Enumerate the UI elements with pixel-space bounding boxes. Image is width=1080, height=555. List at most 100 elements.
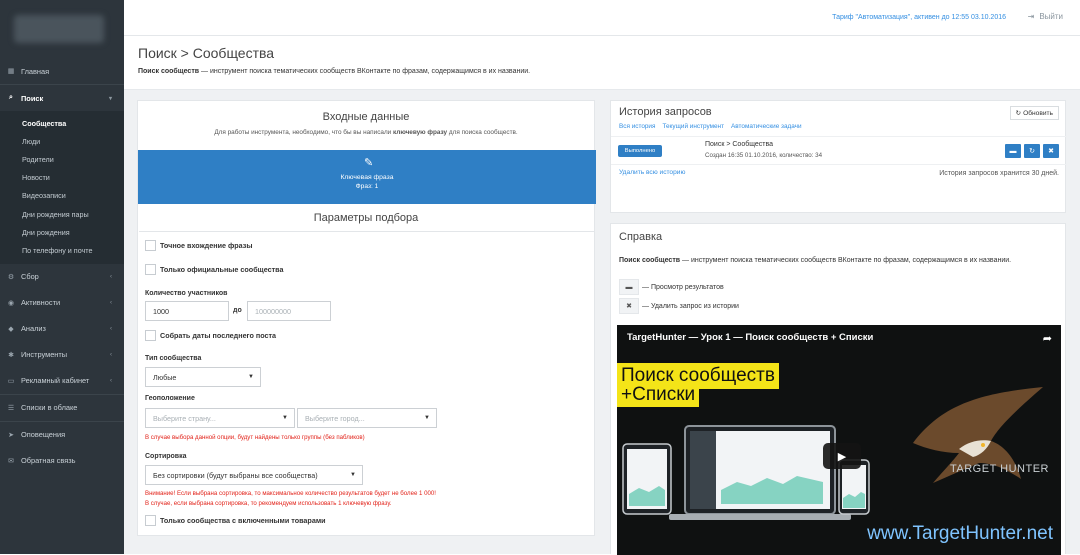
goods-only-checkbox[interactable]: Только сообщества с включенными товарами bbox=[145, 515, 326, 526]
send-icon: ➤ bbox=[8, 431, 14, 439]
input-hint: Для работы инструмента, необходимо, что … bbox=[138, 129, 594, 136]
page-description: Поиск сообществ — инструмент поиска тема… bbox=[138, 68, 530, 75]
sidebar-subitem-people[interactable]: Люди bbox=[0, 132, 124, 150]
city-select[interactable]: Выберите город... ▼ bbox=[297, 408, 437, 428]
official-only-checkbox[interactable]: Только официальные сообщества bbox=[145, 264, 283, 275]
tutorial-video[interactable]: TargetHunter — Урок 1 — Поиск сообществ … bbox=[617, 325, 1061, 555]
history-retention-note: История запросов хранится 30 дней. bbox=[939, 170, 1059, 177]
exact-match-checkbox[interactable]: Точное вхождение фразы bbox=[145, 240, 252, 251]
sidebar-item-search[interactable]: ⌕ Поиск ▾ bbox=[0, 85, 124, 111]
key-phrase-button[interactable]: ✎ Ключевая фраза Фраз: 1 bbox=[138, 150, 596, 204]
country-placeholder: Выберите страну... bbox=[153, 413, 216, 423]
tab-auto-tasks[interactable]: Автоматические задачи bbox=[731, 123, 802, 130]
sidebar-subitem-parents[interactable]: Родители bbox=[0, 150, 124, 168]
history-row-meta: Создан 16:35 01.10.2016, количество: 34 bbox=[705, 152, 823, 159]
checkbox-label: Только официальные сообщества bbox=[160, 265, 284, 274]
input-hint-text-end: для поиска сообществ. bbox=[447, 129, 518, 136]
sidebar-item-label: Инструменты bbox=[21, 350, 68, 359]
refresh-button[interactable]: ↻ Обновить bbox=[1009, 106, 1059, 120]
sidebar-item-notifications[interactable]: ➤ Оповещения bbox=[0, 422, 124, 448]
sort-select[interactable]: Без сортировки (будут выбраны все сообще… bbox=[145, 465, 363, 485]
monitor-icon: ▭ bbox=[7, 377, 15, 385]
checkbox-box[interactable] bbox=[145, 330, 156, 341]
key-phrase-count: Фраз: 1 bbox=[355, 183, 379, 190]
legend-view-label: — Просмотр результатов bbox=[642, 283, 724, 291]
page-header: Поиск > Сообщества Поиск сообществ — инс… bbox=[124, 36, 1080, 90]
refresh-icon: ↻ bbox=[1015, 110, 1022, 117]
checkbox-box[interactable] bbox=[145, 264, 156, 275]
tab-all-history[interactable]: Вся история bbox=[619, 123, 655, 130]
sidebar-subitem-communities[interactable]: Сообщества bbox=[0, 114, 124, 132]
type-select-value: Любые bbox=[153, 372, 177, 382]
params-form: Точное вхождение фразы Только официальны… bbox=[139, 231, 595, 537]
page-title: Поиск > Сообщества bbox=[138, 45, 275, 61]
delete-all-history-link[interactable]: Удалить всю историю bbox=[619, 169, 685, 176]
sidebar-item-analysis[interactable]: ◆ Анализ ‹ bbox=[0, 316, 124, 342]
chevron-left-icon: ‹ bbox=[110, 325, 112, 332]
sidebar-item-activity[interactable]: ◉ Активности ‹ bbox=[0, 290, 124, 316]
input-panel: Входные данные Для работы инструмента, н… bbox=[137, 100, 596, 537]
logout-button[interactable]: ⇥ Выйти bbox=[1028, 12, 1063, 21]
geo-label: Геоположение bbox=[145, 395, 195, 402]
page-description-bold: Поиск сообществ bbox=[138, 68, 200, 75]
app-logo bbox=[14, 15, 104, 43]
play-button[interactable]: ▶ bbox=[823, 443, 861, 469]
logout-icon: ⇥ bbox=[1027, 12, 1035, 21]
refresh-label: Обновить bbox=[1023, 109, 1053, 117]
chevron-down-icon: ▾ bbox=[108, 95, 112, 102]
play-icon: ▶ bbox=[837, 450, 847, 463]
checkbox-label: Собрать даты последнего поста bbox=[160, 331, 276, 340]
help-panel: Справка Поиск сообществ — инструмент пои… bbox=[610, 223, 1066, 555]
checkbox-box[interactable] bbox=[145, 240, 156, 251]
members-from-input[interactable]: 1000 bbox=[145, 301, 229, 321]
video-url: www.TargetHunter.net bbox=[867, 523, 1053, 544]
tariff-link[interactable]: Тариф "Автоматизация", активен до 12:55 … bbox=[832, 14, 1006, 21]
members-to-separator: до bbox=[233, 307, 242, 314]
sidebar-subitem-phone-email[interactable]: По телефону и почте bbox=[0, 241, 124, 259]
tab-current-tool[interactable]: Текущий инструмент bbox=[662, 123, 724, 130]
history-panel: История запросов ↻ Обновить Вся история … bbox=[610, 100, 1067, 213]
sidebar-item-collect[interactable]: ⚙ Сбор ‹ bbox=[0, 264, 124, 290]
share-icon[interactable]: ➦ bbox=[1043, 332, 1052, 345]
type-select[interactable]: Любые ▼ bbox=[145, 367, 261, 387]
sidebar-item-label: Обратная связь bbox=[21, 456, 76, 465]
sidebar-subitem-news[interactable]: Новости bbox=[0, 169, 124, 187]
city-placeholder: Выберите город... bbox=[305, 413, 365, 423]
sidebar-item-tools[interactable]: ✱ Инструменты ‹ bbox=[0, 342, 124, 368]
country-select[interactable]: Выберите страну... ▼ bbox=[145, 408, 295, 428]
sidebar-item-cloud-lists[interactable]: ☰ Списки в облаке bbox=[0, 395, 124, 421]
key-phrase-label: Ключевая фраза bbox=[340, 174, 394, 181]
search-icon: ⌕ bbox=[9, 94, 13, 101]
input-hint-bold: ключевую фразу bbox=[393, 129, 448, 136]
sidebar-item-label: Списки в облаке bbox=[21, 403, 78, 412]
rerun-button[interactable]: ↻ bbox=[1024, 144, 1040, 158]
caret-down-icon: ▼ bbox=[282, 415, 288, 421]
input-hint-text: Для работы инструмента, необходимо, что … bbox=[214, 129, 394, 136]
sidebar-item-label: Активности bbox=[21, 298, 61, 307]
collect-dates-checkbox[interactable]: Собрать даты последнего поста bbox=[145, 330, 276, 341]
members-to-input[interactable]: 100000000 bbox=[247, 301, 331, 321]
delete-request-button[interactable]: ✖ bbox=[1043, 144, 1059, 158]
sidebar-subitem-videos[interactable]: Видеозаписи bbox=[0, 187, 124, 205]
sidebar-item-ad-cabinet[interactable]: ▭ Рекламный кабинет ‹ bbox=[0, 368, 124, 394]
magic-wand-icon: ✎ bbox=[364, 157, 374, 169]
checkbox-label: Точное вхождение фразы bbox=[160, 241, 253, 250]
page-description-text: — инструмент поиска тематических сообщес… bbox=[199, 68, 531, 75]
sidebar-subitem-birthdays[interactable]: Дни рождения bbox=[0, 223, 124, 241]
caret-down-icon: ▼ bbox=[248, 374, 254, 380]
history-row: Выполнено Поиск > Сообщества Создан 16:3… bbox=[611, 136, 1067, 165]
sidebar-item-home[interactable]: ▦ Главная bbox=[0, 58, 124, 84]
chevron-left-icon: ‹ bbox=[110, 299, 112, 306]
cloud-list-icon: ☰ bbox=[7, 404, 15, 412]
checkbox-box[interactable] bbox=[145, 515, 156, 526]
legend-delete: ✖ — Удалить запрос из истории bbox=[619, 298, 739, 314]
sort-select-value: Без сортировки (будут выбраны все сообще… bbox=[153, 470, 318, 480]
main-content: Поиск > Сообщества Поиск сообществ — инс… bbox=[124, 36, 1080, 555]
cog-icon: ⚙ bbox=[7, 273, 15, 281]
video-banner-line2: +Списки bbox=[617, 383, 700, 407]
open-results-button[interactable]: ▬ bbox=[1005, 144, 1021, 158]
sidebar-subitem-couple-birthdays[interactable]: Дни рождения пары bbox=[0, 205, 124, 223]
topbar: Тариф "Автоматизация", активен до 12:55 … bbox=[124, 0, 1080, 36]
sidebar-item-feedback[interactable]: ✉ Обратная связь bbox=[0, 448, 124, 474]
checkbox-label: Только сообщества с включенными товарами bbox=[160, 516, 326, 525]
